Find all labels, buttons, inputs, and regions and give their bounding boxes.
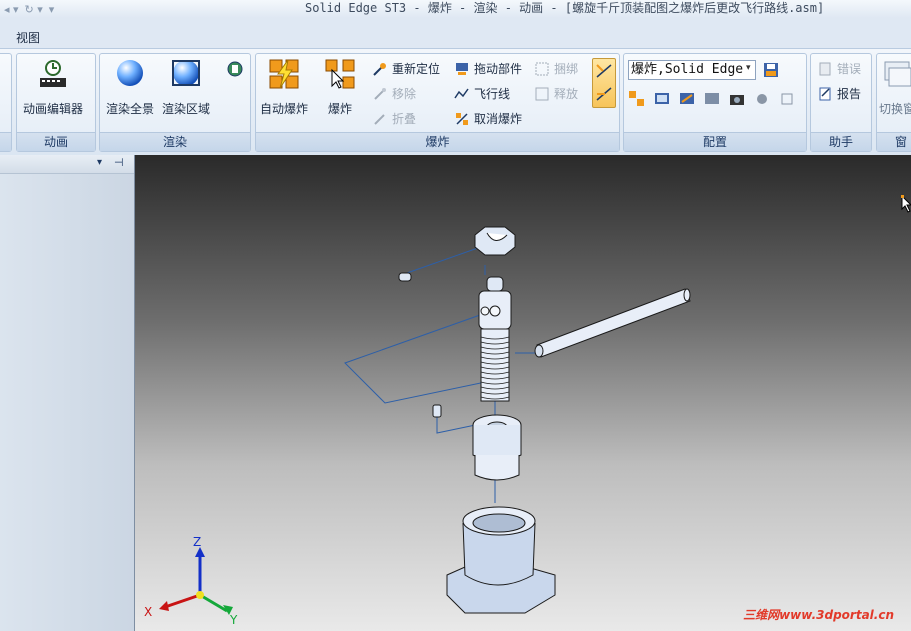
watermark: 三维网www.3dportal.cn: [743, 608, 894, 622]
switch-window-icon: [884, 61, 911, 87]
config-tool-2-icon[interactable]: [653, 90, 671, 108]
error-icon: [819, 62, 831, 75]
reposition-icon: [373, 62, 386, 76]
render-sphere-icon: [117, 60, 143, 86]
axis-x-label: X: [144, 605, 153, 619]
ribbon: 动画编辑器 动画 渲染全景 渲染区域 渲染 自动爆炸 爆炸 重新定位 移除 折叠…: [0, 48, 911, 156]
reposition-button[interactable]: 重新定位: [372, 60, 440, 77]
set-screw-part[interactable]: [432, 404, 442, 418]
group-label-animation: 动画: [17, 132, 95, 151]
explode-icon: [325, 59, 355, 89]
group-label-config: 配置: [624, 132, 806, 151]
config-tool-1-icon[interactable]: [628, 90, 646, 108]
config-tool-7-icon[interactable]: [778, 90, 796, 108]
config-toolbar: [628, 90, 796, 108]
animation-editor-button[interactable]: 动画编辑器: [23, 58, 83, 117]
qat-customize-icon[interactable]: ▾: [49, 3, 55, 16]
render-region-icon: [172, 60, 200, 86]
quick-access-toolbar: ◂ ▾ ↻ ▾ ▾: [0, 0, 54, 18]
camera-icon[interactable]: [728, 90, 746, 108]
axis-z-label: Z: [193, 535, 202, 549]
nut-part[interactable]: [472, 414, 522, 481]
release-button[interactable]: 释放: [534, 85, 578, 102]
render-region-button[interactable]: 渲染区域: [162, 58, 210, 117]
animation-editor-icon: [40, 60, 66, 87]
group-label-assistant: 助手: [811, 132, 871, 151]
axis-triad: [159, 547, 233, 615]
cap-part[interactable]: [474, 226, 516, 256]
collapse-icon: [374, 113, 385, 125]
ribbon-group-assistant: 错误 报告 助手: [810, 53, 872, 152]
config-tool-4-icon[interactable]: [703, 90, 721, 108]
switch-window-button[interactable]: 切换窗: [879, 58, 911, 117]
left-panel-header: ▾ ⊣: [0, 155, 134, 174]
report-icon: [819, 87, 831, 100]
auto-explode-icon: [269, 59, 299, 89]
ribbon-group-config: 爆炸,Solid Edge ▾ 配置: [623, 53, 807, 152]
ribbon-group-render: 渲染全景 渲染区域 渲染: [99, 53, 251, 152]
flight-line-icon: [454, 88, 469, 98]
menu-view[interactable]: 视图: [16, 29, 40, 46]
drag-component-button[interactable]: 拖动部件: [454, 60, 522, 77]
ribbon-group-animation: 动画编辑器 动画: [16, 53, 96, 152]
bind-button[interactable]: 捆绑: [534, 60, 578, 77]
assembly-drawing: [159, 226, 691, 615]
menu-bar: 视图: [0, 24, 911, 48]
base-part[interactable]: [446, 506, 556, 614]
explode-button[interactable]: 爆炸: [324, 58, 356, 117]
render-full-button[interactable]: 渲染全景: [106, 58, 154, 117]
render-settings-icon[interactable]: [226, 60, 244, 78]
ribbon-group-explode: 自动爆炸 爆炸 重新定位 移除 折叠 拖动部件 飞行线 取消爆炸 捆绑 释放 爆…: [255, 53, 620, 152]
config-tool-6-icon[interactable]: [753, 90, 771, 108]
drag-component-icon: [456, 62, 468, 75]
title-bar: ◂ ▾ ↻ ▾ ▾ Solid Edge ST3 - 爆炸 - 渲染 - 动画 …: [0, 0, 911, 18]
remove-icon: [374, 87, 386, 100]
panel-menu-icon[interactable]: ▾: [97, 157, 102, 168]
config-combo[interactable]: 爆炸,Solid Edge: [628, 60, 756, 80]
collapse-button[interactable]: 折叠: [372, 110, 416, 127]
ribbon-group-partial: [0, 53, 12, 152]
save-config-icon[interactable]: [762, 61, 780, 79]
config-tool-3-icon[interactable]: [678, 90, 696, 108]
3d-viewport[interactable]: Z X Y 三维网www.3dportal.cn: [134, 155, 911, 631]
bind-icon: [535, 62, 549, 75]
ribbon-group-window: 切换窗 窗: [876, 53, 911, 152]
group-label-render: 渲染: [100, 132, 250, 151]
error-button[interactable]: 错误: [817, 60, 861, 77]
mouse-cursor-icon: [901, 195, 911, 213]
group-label-explode: 爆炸: [256, 132, 619, 151]
report-button[interactable]: 报告: [817, 85, 861, 102]
flight-mode-1-icon[interactable]: [595, 61, 613, 81]
cancel-explode-icon: [456, 112, 468, 125]
explode-mode-toggles: [592, 58, 616, 108]
auto-explode-button[interactable]: 自动爆炸: [260, 58, 308, 117]
remove-button[interactable]: 移除: [372, 85, 416, 102]
group-label-window: 窗: [877, 132, 911, 151]
combo-dropdown-icon[interactable]: ▾: [746, 63, 751, 73]
qat-arrow-icon[interactable]: ◂ ▾: [4, 3, 19, 16]
flight-mode-2-icon[interactable]: [595, 84, 613, 104]
window-title: Solid Edge ST3 - 爆炸 - 渲染 - 动画 - [螺旋千斤顶装配…: [305, 1, 825, 15]
rod-part[interactable]: [534, 288, 691, 358]
axis-y-label: Y: [230, 613, 238, 627]
cancel-explode-button[interactable]: 取消爆炸: [454, 110, 522, 127]
small-screw-part[interactable]: [398, 272, 412, 282]
flight-line-button[interactable]: 飞行线: [454, 85, 510, 102]
redo-icon[interactable]: ↻ ▾: [25, 3, 43, 16]
release-icon: [535, 87, 549, 100]
pin-icon[interactable]: ⊣: [114, 156, 124, 169]
left-panel: ▾ ⊣: [0, 155, 134, 631]
